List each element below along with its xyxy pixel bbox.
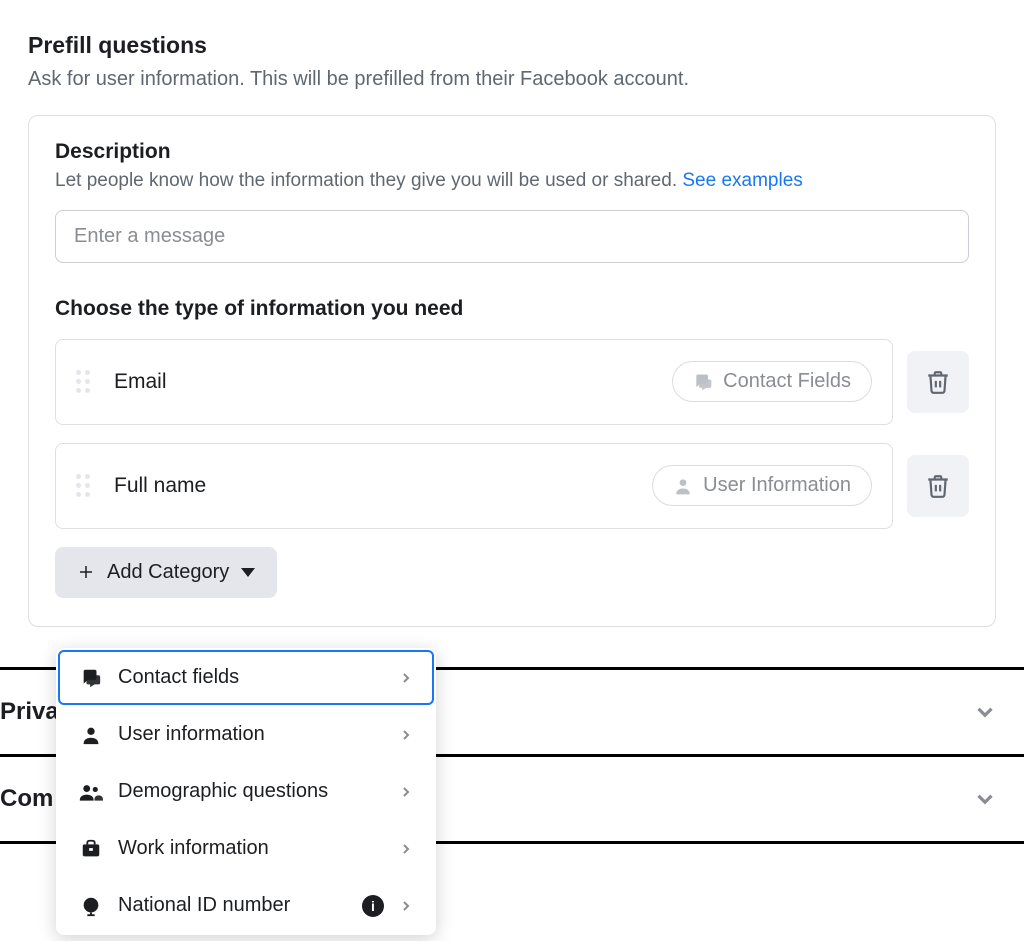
- dropdown-item-work-information[interactable]: Work information: [58, 821, 434, 876]
- field-category-pill: User Information: [652, 465, 872, 506]
- dropdown-item-user-information[interactable]: User information: [58, 707, 434, 762]
- field-row: Email Contact Fields: [55, 339, 969, 425]
- info-icon: i: [362, 895, 384, 917]
- delete-field-button[interactable]: [907, 455, 969, 517]
- section-subtitle: Ask for user information. This will be p…: [28, 65, 996, 93]
- dropdown-item-label: Contact fields: [118, 666, 384, 689]
- chat-icon: [693, 372, 713, 392]
- pill-label: Contact Fields: [723, 370, 851, 393]
- collapsed-section-label: Com: [0, 785, 53, 813]
- chevron-down-icon: [972, 786, 998, 812]
- globe-icon: [78, 895, 104, 917]
- prefill-card: Description Let people know how the info…: [28, 115, 996, 627]
- drag-handle-icon[interactable]: [76, 474, 90, 497]
- user-icon: [78, 724, 104, 746]
- dropdown-item-label: User information: [118, 723, 384, 746]
- field-category-pill: Contact Fields: [672, 361, 872, 402]
- section-title: Prefill questions: [28, 32, 996, 59]
- trash-icon: [925, 472, 951, 500]
- chevron-down-icon: [241, 568, 255, 577]
- briefcase-icon: [78, 838, 104, 860]
- add-category-button[interactable]: Add Category: [55, 547, 277, 598]
- people-icon: [78, 782, 104, 802]
- dropdown-item-label: Work information: [118, 837, 384, 860]
- pill-label: User Information: [703, 474, 851, 497]
- user-icon: [673, 476, 693, 496]
- chevron-down-icon: [972, 699, 998, 725]
- field-label: Email: [114, 370, 648, 394]
- collapsed-section-label: Priva: [0, 698, 59, 726]
- dropdown-item-contact-fields[interactable]: Contact fields: [58, 650, 434, 705]
- trash-icon: [925, 368, 951, 396]
- delete-field-button[interactable]: [907, 351, 969, 413]
- chevron-right-icon: [398, 670, 414, 686]
- description-title: Description: [55, 140, 969, 164]
- field-item[interactable]: Full name User Information: [55, 443, 893, 529]
- add-category-dropdown: Contact fields User information Demographi…: [56, 648, 436, 935]
- chevron-right-icon: [398, 898, 414, 914]
- add-category-label: Add Category: [107, 561, 229, 584]
- chevron-right-icon: [398, 727, 414, 743]
- chevron-right-icon: [398, 841, 414, 857]
- see-examples-link[interactable]: See examples: [682, 170, 802, 191]
- field-item[interactable]: Email Contact Fields: [55, 339, 893, 425]
- plus-icon: [77, 563, 95, 581]
- field-row: Full name User Information: [55, 443, 969, 529]
- prefill-questions-panel: Prefill questions Ask for user informati…: [0, 0, 1024, 627]
- dropdown-item-label: Demographic questions: [118, 780, 384, 803]
- dropdown-item-label: National ID number: [118, 894, 342, 917]
- choose-info-title: Choose the type of information you need: [55, 297, 969, 321]
- description-input[interactable]: [55, 210, 969, 263]
- chat-icon: [78, 667, 104, 689]
- dropdown-item-national-id-number[interactable]: National ID number i: [58, 878, 434, 933]
- description-body: Let people know how the information they…: [55, 170, 682, 191]
- dropdown-item-demographic-questions[interactable]: Demographic questions: [58, 764, 434, 819]
- drag-handle-icon[interactable]: [76, 370, 90, 393]
- chevron-right-icon: [398, 784, 414, 800]
- field-label: Full name: [114, 474, 628, 498]
- description-text: Let people know how the information they…: [55, 168, 969, 194]
